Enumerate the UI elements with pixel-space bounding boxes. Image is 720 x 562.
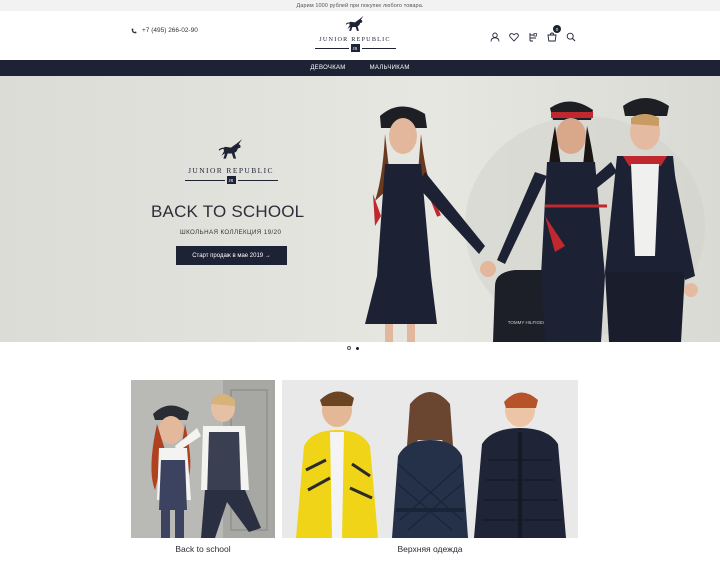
hero-cta-button[interactable]: Старт продаж в мае 2019 → xyxy=(176,246,287,265)
category-card-outerwear[interactable]: Верхняя одежда xyxy=(282,380,578,554)
unicorn-logo-icon xyxy=(345,15,364,31)
logo-monogram: JR xyxy=(350,44,360,52)
promo-text: Дарим 1000 рублей при покупке любого тов… xyxy=(296,2,424,9)
heart-icon[interactable] xyxy=(509,29,519,42)
phone-number: +7 (495) 266-02-90 xyxy=(142,27,198,34)
phone-contact[interactable]: +7 (495) 266-02-90 xyxy=(131,27,198,34)
phone-icon xyxy=(131,28,137,33)
hero-title: BACK TO SCHOOL xyxy=(151,202,305,221)
nav-item-boys[interactable]: МАЛЬЧИКАМ xyxy=(370,65,410,71)
slider-dot-2[interactable] xyxy=(356,346,359,350)
slider-dot-1[interactable] xyxy=(347,346,351,350)
hero-logo-wordmark: JUNIOR REPUBLIC xyxy=(188,166,274,175)
logo-rule-left xyxy=(314,47,349,49)
promo-bar: Дарим 1000 рублей при покупке любого тов… xyxy=(0,0,720,11)
slider-dots xyxy=(347,346,359,350)
unicorn-logo-icon xyxy=(218,139,243,159)
site-header: +7 (495) 266-02-90 JUNIOR REPUBLIC JR 0 xyxy=(0,11,720,60)
category-label: Back to school xyxy=(175,544,231,554)
hero-logo-monogram: JR xyxy=(226,176,236,184)
hero-kids-photo: TOMMY HILFIGER xyxy=(365,98,705,342)
category-label: Верхняя одежда xyxy=(397,544,463,554)
logo-wordmark: JUNIOR REPUBLIC xyxy=(319,36,391,43)
hero-logo-rule-left xyxy=(184,179,225,181)
hero-logo-rule-right xyxy=(237,179,278,181)
search-icon[interactable] xyxy=(566,29,576,42)
compare-icon[interactable] xyxy=(528,29,538,42)
hero-logo: JUNIOR REPUBLIC JR xyxy=(183,138,279,184)
category-image-outerwear xyxy=(282,380,578,538)
cart-icon[interactable]: 0 xyxy=(547,25,561,42)
user-icon[interactable] xyxy=(490,29,500,42)
nav-item-girls[interactable]: ДЕВОЧКАМ xyxy=(310,65,345,71)
logo[interactable]: JUNIOR REPUBLIC JR xyxy=(310,15,400,59)
category-image-back-to-school xyxy=(131,380,275,538)
hero-banner: JUNIOR REPUBLIC JR BACK TO SCHOOL ШКОЛЬН… xyxy=(0,76,720,342)
hero-subtitle: ШКОЛЬНАЯ КОЛЛЕКЦИЯ 19/20 xyxy=(180,229,282,236)
backpack-brand: TOMMY HILFIGER xyxy=(508,320,547,325)
main-nav: ДЕВОЧКАМ МАЛЬЧИКАМ xyxy=(0,60,720,76)
header-icons: 0 xyxy=(490,25,576,42)
cart-count-badge: 0 xyxy=(553,25,561,33)
category-card-back-to-school[interactable]: Back to school xyxy=(131,380,275,554)
logo-rule-right xyxy=(361,47,396,49)
